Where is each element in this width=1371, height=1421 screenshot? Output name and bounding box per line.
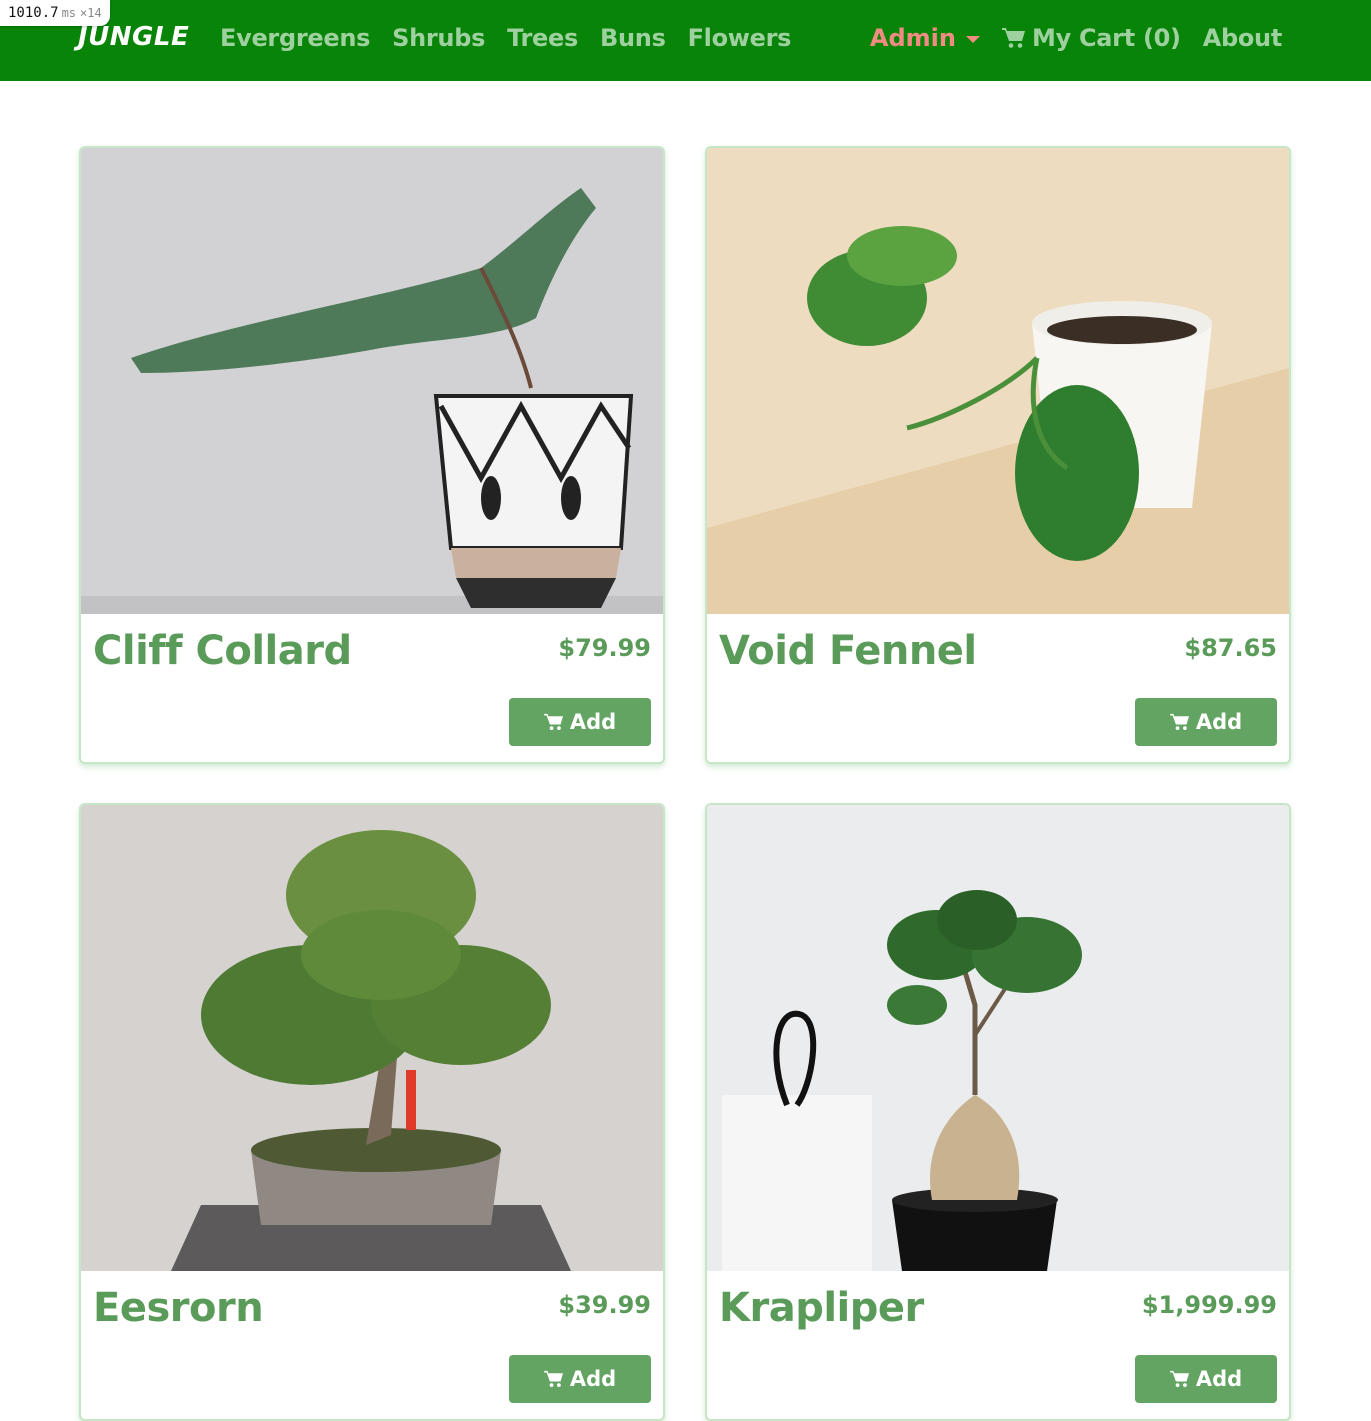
perf-badge: 1010.7 ms ×14 (0, 0, 110, 26)
nav-link-evergreens[interactable]: Evergreens (220, 24, 370, 52)
add-button-label: Add (1195, 1367, 1243, 1391)
product-card: Void Fennel $87.65 Add (705, 146, 1291, 764)
product-image[interactable] (81, 148, 663, 614)
nav-link-flowers[interactable]: Flowers (688, 24, 792, 52)
cart-icon (544, 713, 563, 731)
perf-unit: ms (61, 6, 77, 20)
product-card: Cliff Collard $79.99 Add (79, 146, 665, 764)
add-button-label: Add (1195, 710, 1243, 734)
product-price: $79.99 (558, 634, 651, 662)
add-to-cart-button[interactable]: Add (509, 1355, 651, 1403)
my-cart-link[interactable]: My Cart (0) (1001, 24, 1181, 52)
nav-link-shrubs[interactable]: Shrubs (392, 24, 485, 52)
product-card: Eesrorn $39.99 Add (79, 803, 665, 1421)
add-button-label: Add (569, 1367, 617, 1391)
product-name[interactable]: Void Fennel (719, 628, 977, 674)
perf-value: 1010.7 (8, 5, 59, 21)
add-to-cart-button[interactable]: Add (509, 698, 651, 746)
product-name[interactable]: Eesrorn (93, 1285, 264, 1331)
admin-dropdown[interactable]: Admin (870, 24, 980, 52)
add-to-cart-button[interactable]: Add (1135, 698, 1277, 746)
cart-icon (1001, 28, 1025, 48)
product-name[interactable]: Cliff Collard (93, 628, 352, 674)
product-price: $1,999.99 (1141, 1291, 1277, 1319)
nav-link-trees[interactable]: Trees (507, 24, 578, 52)
nav-link-about[interactable]: About (1203, 24, 1283, 52)
product-price: $39.99 (558, 1291, 651, 1319)
brand-logo[interactable]: JUNGLE (78, 22, 189, 52)
nav-right: Admin My Cart (0) About (870, 24, 1282, 52)
cart-label: My Cart (0) (1031, 24, 1181, 52)
top-navbar: JUNGLE Evergreens Shrubs Trees Buns Flow… (0, 0, 1371, 81)
product-price: $87.65 (1184, 634, 1277, 662)
caret-down-icon (965, 35, 980, 43)
admin-label: Admin (869, 24, 956, 52)
category-links: Evergreens Shrubs Trees Buns Flowers (220, 24, 791, 52)
add-to-cart-button[interactable]: Add (1135, 1355, 1277, 1403)
product-image[interactable] (707, 148, 1289, 614)
cart-icon (1170, 1370, 1189, 1388)
product-image[interactable] (81, 805, 663, 1271)
nav-link-buns[interactable]: Buns (600, 24, 666, 52)
perf-multiplier: ×14 (80, 6, 102, 20)
cart-icon (544, 1370, 563, 1388)
product-name[interactable]: Krapliper (719, 1285, 924, 1331)
product-card: Krapliper $1,999.99 Add (705, 803, 1291, 1421)
add-button-label: Add (569, 710, 617, 734)
product-image[interactable] (707, 805, 1289, 1271)
cart-icon (1170, 713, 1189, 731)
